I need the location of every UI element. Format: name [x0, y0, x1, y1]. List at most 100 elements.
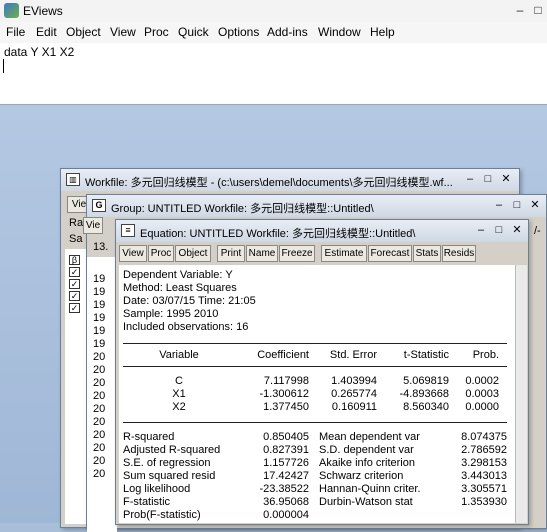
- vertical-scrollbar[interactable]: [515, 265, 527, 523]
- row-label: 20: [93, 351, 106, 363]
- row-label: 20: [93, 468, 106, 480]
- stat-label: Mean dependent var: [319, 431, 420, 443]
- stat-value: 1.157726: [263, 457, 309, 469]
- row-label: 20: [93, 377, 106, 389]
- series-icon: ✓: [69, 291, 80, 301]
- stat-value: 3.443013: [461, 470, 507, 482]
- eq-print-button[interactable]: Print: [217, 245, 245, 262]
- row-label: 20: [93, 455, 106, 467]
- menu-edit[interactable]: Edit: [36, 25, 57, 39]
- command-window[interactable]: data Y X1 X2: [0, 43, 547, 105]
- row-label: 19: [93, 338, 106, 350]
- text-caret: [3, 59, 4, 73]
- eq-resids-button[interactable]: Resids: [442, 245, 476, 262]
- stat-value: 3.305571: [461, 483, 507, 495]
- group-icon: G: [92, 199, 106, 212]
- row-label: 19: [93, 299, 106, 311]
- menu-file[interactable]: File: [6, 25, 25, 39]
- close-icon[interactable]: ✕: [499, 172, 513, 186]
- stat-label: Schwarz criterion: [319, 470, 404, 482]
- output-header-line: Included observations: 16: [123, 321, 249, 333]
- eq-freeze-button[interactable]: Freeze: [279, 245, 315, 262]
- row-variable: X1: [172, 388, 186, 400]
- table-rule: [123, 422, 507, 423]
- row-label: 20: [93, 429, 106, 441]
- row-t-statistic: 8.560340: [403, 401, 449, 413]
- row-label: 20: [93, 416, 106, 428]
- command-text: data Y X1 X2: [4, 45, 75, 59]
- row-label: 19: [93, 312, 106, 324]
- row-variable: X2: [172, 401, 186, 413]
- row-std-error: 0.265774: [331, 388, 377, 400]
- eq-view-button[interactable]: View: [119, 245, 147, 262]
- eviews-logo-icon: [4, 3, 19, 18]
- eq-estimate-button[interactable]: Estimate: [321, 245, 367, 262]
- minimize-icon[interactable]: –: [512, 2, 528, 18]
- eq-stats-button[interactable]: Stats: [413, 245, 441, 262]
- table-rule: [123, 366, 507, 367]
- maximize-icon[interactable]: □: [492, 223, 506, 237]
- col-header-std-error: Std. Error: [329, 349, 377, 361]
- series-icon: ✓: [69, 267, 80, 277]
- col-header-t-statistic: t-Statistic: [403, 349, 449, 361]
- row-coefficient: 7.117998: [263, 375, 309, 387]
- stat-label: Log likelihood: [123, 483, 191, 495]
- eq-object-button[interactable]: Object: [175, 245, 211, 262]
- menu-object[interactable]: Object: [66, 25, 101, 39]
- output-header-line: Date: 03/07/15 Time: 21:05: [123, 295, 256, 307]
- menu-help[interactable]: Help: [370, 25, 395, 39]
- stat-label: Akaike info criterion: [319, 457, 415, 469]
- menu-options[interactable]: Options: [218, 25, 259, 39]
- menu-window[interactable]: Window: [318, 25, 361, 39]
- stat-label: S.E. of regression: [123, 457, 211, 469]
- row-prob: 0.0000: [465, 401, 499, 413]
- row-label: 19: [93, 286, 106, 298]
- maximize-icon[interactable]: □: [530, 2, 546, 18]
- group-title-bar: G Group: UNTITLED Workfile: 多元回归线模型::Unt…: [87, 195, 546, 217]
- menu-bar: File Edit Object View Proc Quick Options…: [0, 22, 547, 43]
- series-icon: ✓: [69, 279, 80, 289]
- row-coefficient: 1.377450: [263, 401, 309, 413]
- stat-label: Hannan-Quinn criter.: [319, 483, 421, 495]
- stat-value: 3.298153: [461, 457, 507, 469]
- group-range-text: 13.: [93, 241, 109, 253]
- col-header-variable: Variable: [159, 349, 199, 361]
- col-header-prob: Prob.: [472, 349, 499, 361]
- equation-window[interactable]: ≡ Equation: UNTITLED Workfile: 多元回归线模型::…: [115, 219, 529, 525]
- stat-value: 8.074375: [461, 431, 507, 443]
- maximize-icon[interactable]: □: [481, 172, 495, 186]
- workfile-sample-label: Sa: [69, 233, 83, 245]
- eq-name-button[interactable]: Name: [246, 245, 278, 262]
- stat-value: 1.353930: [461, 496, 507, 508]
- stat-value: 0.850405: [263, 431, 309, 443]
- app-title-bar: EViews – □: [0, 0, 547, 22]
- row-t-statistic: -4.893668: [399, 388, 449, 400]
- maximize-icon[interactable]: □: [510, 198, 524, 212]
- minimize-icon[interactable]: –: [474, 223, 488, 237]
- equation-title-bar: ≡ Equation: UNTITLED Workfile: 多元回归线模型::…: [116, 220, 528, 242]
- eq-proc-button[interactable]: Proc: [148, 245, 174, 262]
- eq-forecast-button[interactable]: Forecast: [368, 245, 412, 262]
- stat-value: 17.42427: [263, 470, 309, 482]
- close-icon[interactable]: ✕: [510, 223, 524, 237]
- menu-proc[interactable]: Proc: [144, 25, 169, 39]
- group-title: Group: UNTITLED Workfile: 多元回归线模型::Untit…: [111, 203, 374, 215]
- menu-add-ins[interactable]: Add-ins: [267, 25, 308, 39]
- stat-value: 36.95068: [263, 496, 309, 508]
- output-header-line: Sample: 1995 2010: [123, 308, 219, 320]
- estimation-output: Dependent Variable: Y Method: Least Squa…: [119, 265, 527, 523]
- minimize-icon[interactable]: –: [492, 198, 506, 212]
- stat-label: Adjusted R-squared: [123, 444, 221, 456]
- row-variable: C: [175, 375, 183, 387]
- group-view-button[interactable]: Vie: [83, 217, 103, 234]
- close-icon[interactable]: ✕: [528, 198, 542, 212]
- menu-quick[interactable]: Quick: [178, 25, 209, 39]
- workfile-title: Workfile: 多元回归线模型 - (c:\users\demel\docu…: [85, 177, 453, 189]
- row-coefficient: -1.300612: [259, 388, 309, 400]
- menu-view[interactable]: View: [110, 25, 136, 39]
- row-label: 20: [93, 390, 106, 402]
- equation-title: Equation: UNTITLED Workfile: 多元回归线模型::Un…: [140, 228, 416, 240]
- row-label: 20: [93, 442, 106, 454]
- minimize-icon[interactable]: –: [463, 172, 477, 186]
- series-icon: ✓: [69, 303, 80, 313]
